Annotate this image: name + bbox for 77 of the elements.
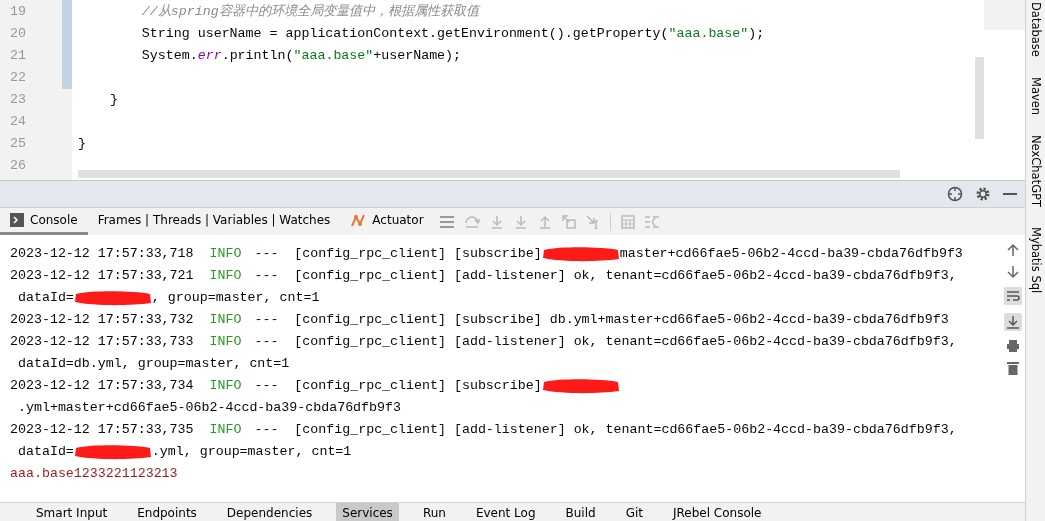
tool-window-button[interactable]: Services [336, 503, 399, 521]
scrollbar-thumb[interactable] [975, 57, 984, 139]
code-line: } [78, 135, 87, 153]
log-level: INFO [209, 267, 242, 285]
down-arrow-icon[interactable] [1005, 265, 1020, 279]
horizontal-scrollbar[interactable] [78, 170, 900, 178]
log-timestamp: 2023-12-12 17:57:33,718 [10, 245, 194, 263]
run-to-cursor-icon[interactable] [585, 214, 600, 229]
log-level: INFO [209, 333, 242, 351]
line-number: 22 [9, 69, 27, 87]
log-level: INFO [209, 421, 242, 439]
target-icon[interactable] [947, 186, 963, 202]
tool-window-button[interactable]: Git [619, 503, 649, 521]
soft-wrap-icon[interactable] [1003, 287, 1022, 305]
tool-window-button[interactable]: Run [416, 503, 452, 521]
console-icon [10, 213, 24, 227]
log-text: --- [config_rpc_client] [add-listener] ok, tenant=cd66fae5-06b2-4ccd-ba39-cbda76dfb9f3, [254, 267, 957, 285]
log-level: INFO [209, 245, 242, 263]
log-text: .yml, group=master, cnt=1 [151, 443, 352, 461]
tab[interactable]: Actuator [340, 208, 434, 235]
code-line: //从spring容器中的环境全局变量值中，根据属性获取值 [140, 3, 482, 21]
drop-frame-icon[interactable] [561, 214, 576, 229]
calculator-icon[interactable] [620, 214, 635, 229]
line-number: 25 [9, 135, 27, 153]
line-number: 26 [9, 157, 27, 175]
code-line: } [108, 91, 119, 109]
log-timestamp: 2023-12-12 17:57:33,732 [10, 311, 194, 329]
tool-window-button[interactable]: Dependencies [220, 503, 319, 521]
log-text: , group=master, cnt=1 [151, 289, 320, 307]
log-level: INFO [209, 311, 242, 329]
log-text: dataId= [16, 289, 74, 307]
actuator-icon [350, 212, 367, 228]
log-level: INFO [209, 377, 242, 395]
log-text: --- [config_rpc_client] [subscribe] [254, 245, 542, 263]
step-into-icon[interactable] [513, 214, 528, 229]
line-number: 20 [9, 25, 27, 43]
log-timestamp: 2023-12-12 17:57:33,721 [10, 267, 194, 285]
settings-icon[interactable] [975, 186, 991, 202]
tool-window-button[interactable]: Build [559, 503, 602, 521]
sidebar-tab[interactable]: Maven [1026, 76, 1045, 115]
line-number: 24 [9, 113, 27, 131]
step-out-icon[interactable] [537, 214, 552, 229]
line-number: 23 [9, 91, 27, 109]
sidebar-tab[interactable]: Mybatis Sql [1026, 227, 1045, 294]
tab[interactable]: Frames | Threads | Variables | Watches [87, 208, 341, 235]
log-text: --- [config_rpc_client] [add-listener] ok, tenant=cd66fae5-06b2-4ccd-ba39-cbda76dfb9f3, [254, 421, 957, 439]
tab[interactable]: Console [0, 208, 88, 235]
log-text: .yml+master+cd66fae5-06b2-4ccd-ba39-cbda76dfb9f3 [16, 399, 401, 417]
menu-icon[interactable] [439, 215, 454, 228]
log-text: dataId=db.yml, group=master, cnt=1 [16, 355, 290, 373]
log-text: dataId= [16, 443, 74, 461]
log-text: --- [config_rpc_client] [subscribe] db.yml+master+cd66fae5-06b2-4ccd-ba39-cbda76dfb9f3 [254, 311, 949, 329]
tool-window-button[interactable]: Event Log [469, 503, 542, 521]
line-number: 21 [9, 47, 27, 65]
minimize-icon[interactable] [1003, 192, 1017, 196]
print-icon[interactable] [1005, 339, 1020, 353]
tool-window-button[interactable]: Endpoints [131, 503, 203, 521]
step-over-icon[interactable] [463, 214, 480, 229]
sidebar-tab[interactable]: Database [1026, 2, 1045, 57]
log-timestamp: 2023-12-12 17:57:33,735 [10, 421, 194, 439]
log-timestamp: 2023-12-12 17:57:33,734 [10, 377, 194, 395]
tool-window-button[interactable]: Smart Input [30, 503, 114, 521]
log-text: --- [config_rpc_client] [subscribe] [254, 377, 542, 395]
step-into-icon[interactable] [489, 214, 504, 229]
trace-icon[interactable] [644, 215, 659, 228]
code-line: String userName = applicationContext.getEnvironment().getProperty("aaa.base"); [140, 25, 766, 43]
sidebar-tab[interactable]: NexChatGPT [1026, 135, 1045, 208]
program-output: aaa.base1233221123213 [10, 465, 178, 483]
code-line: System.err.println("aaa.base"+userName); [140, 47, 463, 65]
up-arrow-icon[interactable] [1005, 243, 1020, 257]
log-text: master+cd66fae5-06b2-4ccd-ba39-cbda76dfb9f3 [619, 245, 963, 263]
log-text: --- [config_rpc_client] [add-listener] ok, tenant=cd66fae5-06b2-4ccd-ba39-cbda76dfb9f3, [254, 333, 957, 351]
line-number: 19 [9, 3, 27, 21]
tool-window-button[interactable]: JRebel Console [667, 503, 768, 521]
scroll-to-end-icon[interactable] [1003, 313, 1022, 331]
log-timestamp: 2023-12-12 17:57:33,733 [10, 333, 194, 351]
trash-icon[interactable] [1006, 361, 1019, 375]
